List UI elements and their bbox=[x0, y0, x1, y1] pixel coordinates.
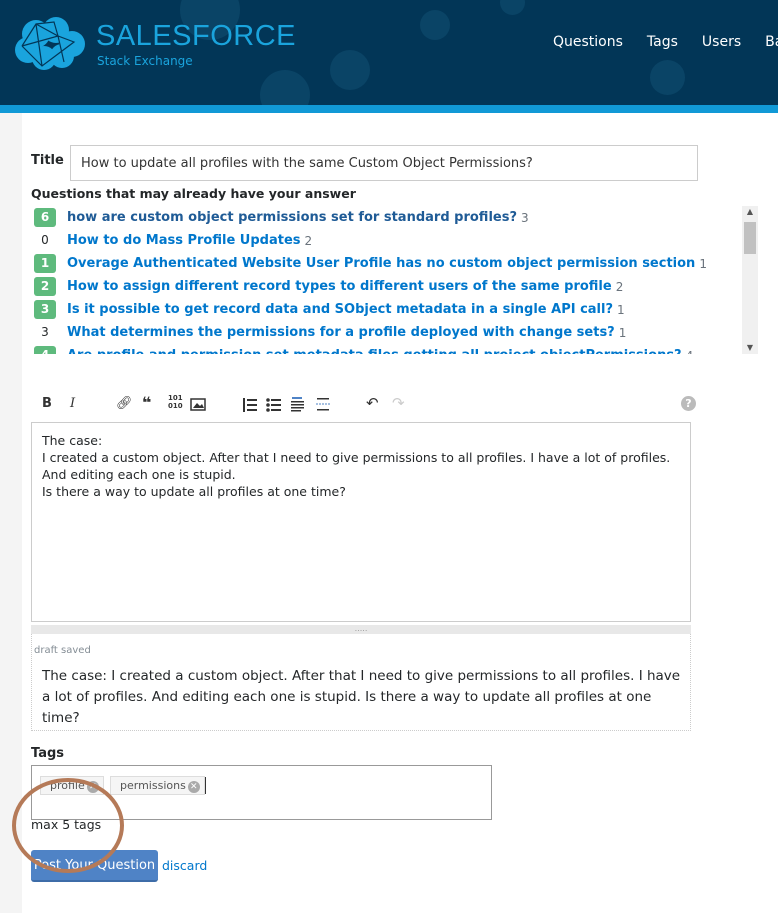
similar-question-link[interactable]: Are profile and permission set metadata … bbox=[67, 348, 682, 354]
link-icon[interactable]: 🔗︎ bbox=[116, 396, 133, 411]
vote-count-badge: 6 bbox=[34, 208, 56, 227]
similar-question-link[interactable]: What determines the permissions for a pr… bbox=[67, 325, 615, 340]
remove-tag-icon[interactable]: ✕ bbox=[187, 781, 200, 793]
text-caret bbox=[205, 777, 206, 794]
tag-label: profile bbox=[50, 779, 85, 792]
similar-scrollbar[interactable]: ▲ ▼ bbox=[742, 206, 758, 354]
vote-count-badge: 3 bbox=[41, 325, 49, 339]
answer-count: 1 bbox=[699, 256, 707, 271]
similar-question-link[interactable]: Is it possible to get record data and SO… bbox=[67, 302, 613, 317]
similar-question-link[interactable]: How to do Mass Profile Updates bbox=[67, 233, 301, 248]
similar-question-link[interactable]: How to assign different record types to … bbox=[67, 279, 612, 294]
answer-count: 3 bbox=[521, 210, 529, 225]
nav-questions[interactable]: Questions bbox=[553, 34, 623, 50]
vote-count-badge: 0 bbox=[41, 233, 49, 247]
italic-button[interactable]: I bbox=[70, 396, 75, 411]
answer-count: 2 bbox=[615, 279, 624, 294]
site-subtitle: Stack Exchange bbox=[97, 54, 193, 68]
editor-toolbar: B I 🔗︎ ❝ 101 010 ↶ ↷ ? bbox=[40, 393, 700, 416]
left-gutter bbox=[0, 113, 22, 913]
tags-hint: max 5 tags bbox=[31, 817, 102, 832]
preview-text: The case: I created a custom object. Aft… bbox=[42, 668, 681, 726]
top-nav: Questions Tags Users Badges bbox=[553, 34, 778, 50]
question-preview: The case: I created a custom object. Aft… bbox=[31, 634, 691, 731]
similar-question-item: 3 Is it possible to get record data and S… bbox=[31, 298, 741, 321]
code-sample-icon[interactable]: 101 010 bbox=[168, 394, 183, 410]
help-icon[interactable]: ? bbox=[681, 396, 696, 411]
similar-question-item: 1 Overage Authenticated Website User Prof… bbox=[31, 252, 741, 275]
vote-count-badge: 1 bbox=[34, 254, 56, 273]
scroll-down-icon[interactable]: ▼ bbox=[742, 343, 758, 352]
similar-question-item: 2 How to assign different record types to… bbox=[31, 275, 741, 298]
bold-button[interactable]: B bbox=[42, 396, 52, 411]
salesforce-cloud-logo[interactable] bbox=[14, 16, 90, 72]
nav-badges[interactable]: Badges bbox=[765, 34, 778, 50]
image-icon[interactable] bbox=[190, 398, 206, 411]
title-label: Title bbox=[31, 153, 64, 168]
answer-count: 2 bbox=[304, 233, 313, 248]
nav-tags[interactable]: Tags bbox=[647, 34, 678, 50]
tags-input[interactable]: profile ✕ permissions ✕ bbox=[31, 765, 492, 820]
editor-resize-grip[interactable]: ..... bbox=[31, 625, 691, 634]
undo-icon[interactable]: ↶ bbox=[366, 394, 379, 412]
tag-profile: profile ✕ bbox=[40, 776, 104, 795]
similar-question-link[interactable]: how are custom object permissions set fo… bbox=[67, 210, 517, 225]
accent-bar bbox=[0, 105, 778, 113]
answer-count: 1 bbox=[618, 325, 627, 340]
similar-question-item: 0 How to do Mass Profile Updates 2 bbox=[31, 229, 741, 252]
similar-question-item: 6 how are custom object permissions set f… bbox=[31, 206, 741, 229]
site-name: SALESFORCE bbox=[96, 20, 296, 52]
similar-questions-heading: Questions that may already have your ans… bbox=[31, 186, 356, 201]
answer-count: 4 bbox=[686, 349, 694, 355]
bulleted-list-icon[interactable] bbox=[266, 398, 282, 412]
similar-question-item: 4 Are profile and permission set metadata… bbox=[31, 344, 741, 354]
draft-status: draft saved bbox=[34, 645, 91, 656]
vote-count-badge: 3 bbox=[34, 300, 56, 319]
similar-question-item: 3 What determines the permissions for a p… bbox=[31, 321, 741, 344]
tag-label: permissions bbox=[120, 779, 186, 792]
similar-questions-list: 6 how are custom object permissions set f… bbox=[31, 206, 741, 354]
vote-count-badge: 4 bbox=[34, 346, 56, 354]
answer-count: 1 bbox=[617, 302, 625, 317]
tag-permissions: permissions ✕ bbox=[110, 776, 205, 795]
numbered-list-icon[interactable] bbox=[242, 398, 258, 412]
nav-users[interactable]: Users bbox=[702, 34, 741, 50]
blockquote-icon[interactable]: ❝ bbox=[142, 393, 151, 412]
scroll-up-icon[interactable]: ▲ bbox=[742, 207, 758, 216]
title-input[interactable] bbox=[70, 145, 698, 181]
vote-count-badge: 2 bbox=[34, 277, 56, 296]
horizontal-rule-icon[interactable] bbox=[316, 397, 330, 412]
discard-link[interactable]: discard bbox=[162, 858, 207, 873]
scrollbar-thumb[interactable] bbox=[744, 222, 756, 254]
tags-label: Tags bbox=[31, 746, 65, 761]
remove-tag-icon[interactable]: ✕ bbox=[86, 781, 99, 793]
question-body-editor[interactable]: The case: I created a custom object. Aft… bbox=[31, 422, 691, 622]
similar-question-link[interactable]: Overage Authenticated Website User Profi… bbox=[67, 256, 695, 271]
post-question-button[interactable]: Post Your Question bbox=[31, 850, 158, 882]
site-header: SALESFORCE Stack Exchange Questions Tags… bbox=[0, 0, 778, 105]
heading-icon[interactable] bbox=[291, 397, 305, 412]
redo-icon[interactable]: ↷ bbox=[392, 394, 405, 412]
